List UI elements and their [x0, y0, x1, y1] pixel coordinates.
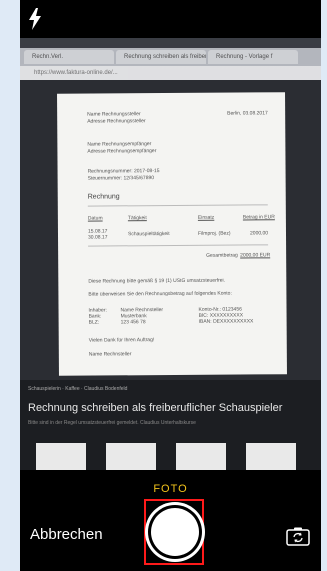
- tax-number: Steuernummer: 12/345/67890: [87, 175, 155, 182]
- payment-note: Diese Rechnung bitte gemäß § 19 (1) UStG…: [88, 277, 226, 285]
- thumbnail: [36, 443, 86, 470]
- top-bar: [20, 0, 321, 38]
- thumbnail: [176, 443, 226, 470]
- sender-name: Name Rechnungssteller: [87, 111, 141, 118]
- recipient-name: Name Rechnungsempfänger: [87, 141, 152, 148]
- camera-screen: Rechn.Verl. Rechnung schreiben als freib…: [0, 0, 327, 571]
- video-channel: Schauspielerin · Kaffee · Claudius Boden…: [28, 386, 128, 392]
- browser-tab: Rechnung schreiben als freiberuflicher S…: [116, 50, 206, 64]
- table-header: Datum: [87, 215, 103, 222]
- bank-extra: IBAN: DEXXXXXXXXXX: [198, 318, 254, 325]
- right-margin: [321, 0, 327, 571]
- divider: [88, 244, 269, 247]
- invoice-date: Berlin, 03.08.2017: [227, 110, 268, 117]
- flash-icon[interactable]: [28, 8, 42, 30]
- browser-tab: Rechn.Verl.: [24, 50, 114, 64]
- browser-tab-strip: Rechn.Verl. Rechnung schreiben als freib…: [20, 48, 321, 66]
- table-header: Tätigkeit: [127, 215, 147, 222]
- thumbnail: [246, 443, 296, 470]
- signature: Name Rechnsteller: [88, 351, 132, 358]
- table-header: Betrag in EUR: [242, 214, 275, 221]
- shutter-button[interactable]: [151, 508, 199, 556]
- video-title: Rechnung schreiben als freiberuflicher S…: [28, 402, 283, 414]
- transfer-note: Bitte überweisen Sie den Rechnungsbetrag…: [88, 290, 232, 298]
- camera-controls: FOTO Abbrechen: [20, 470, 321, 571]
- camera-flip-icon[interactable]: [286, 526, 310, 546]
- left-margin: [0, 0, 20, 571]
- table-cell: Schauspieltätigkeit: [127, 231, 170, 238]
- video-info-panel: Schauspielerin · Kaffee · Claudius Boden…: [20, 380, 321, 470]
- bank-value: 123 456 78: [120, 319, 146, 326]
- thanks-note: Vielen Dank für Ihren Auftrag!: [88, 337, 155, 344]
- video-subtitle: Bitte sind in der Regel umsatzsteuerfrei…: [28, 420, 196, 426]
- total-label: Gesamtbetrag: [206, 252, 238, 259]
- total-value: 2000,00 EUR: [240, 252, 271, 259]
- table-cell: 30.08.17: [88, 234, 108, 241]
- mode-label-photo[interactable]: FOTO: [20, 483, 321, 495]
- table-cell: 2000,00: [249, 230, 269, 237]
- invoice-heading: Rechnung: [87, 193, 120, 201]
- table-header: Einsatz: [197, 214, 215, 221]
- sender-street: Adresse Rechnungssteller: [87, 118, 146, 125]
- cancel-button[interactable]: Abbrechen: [30, 526, 103, 543]
- camera-app: Rechn.Verl. Rechnung schreiben als freib…: [20, 0, 321, 571]
- divider: [87, 204, 268, 207]
- invoice-number: Rechnungsnummer: 2017-08-15: [87, 168, 160, 175]
- browser-tab: Rechnung - Vorlage f: [208, 50, 298, 64]
- viewfinder: Rechn.Verl. Rechnung schreiben als freib…: [20, 38, 321, 470]
- video-thumbnails: [36, 443, 306, 470]
- invoice-document: Name Rechnungssteller Adresse Rechnungss…: [57, 92, 287, 376]
- browser-address-bar: https://www.faktura-online.de/...: [20, 66, 321, 80]
- recipient-street: Adresse Rechnungsempfänger: [87, 148, 157, 155]
- thumbnail: [106, 443, 156, 470]
- table-cell: Filmproj. (Bez): [197, 230, 231, 237]
- bank-label: BLZ:: [88, 319, 100, 326]
